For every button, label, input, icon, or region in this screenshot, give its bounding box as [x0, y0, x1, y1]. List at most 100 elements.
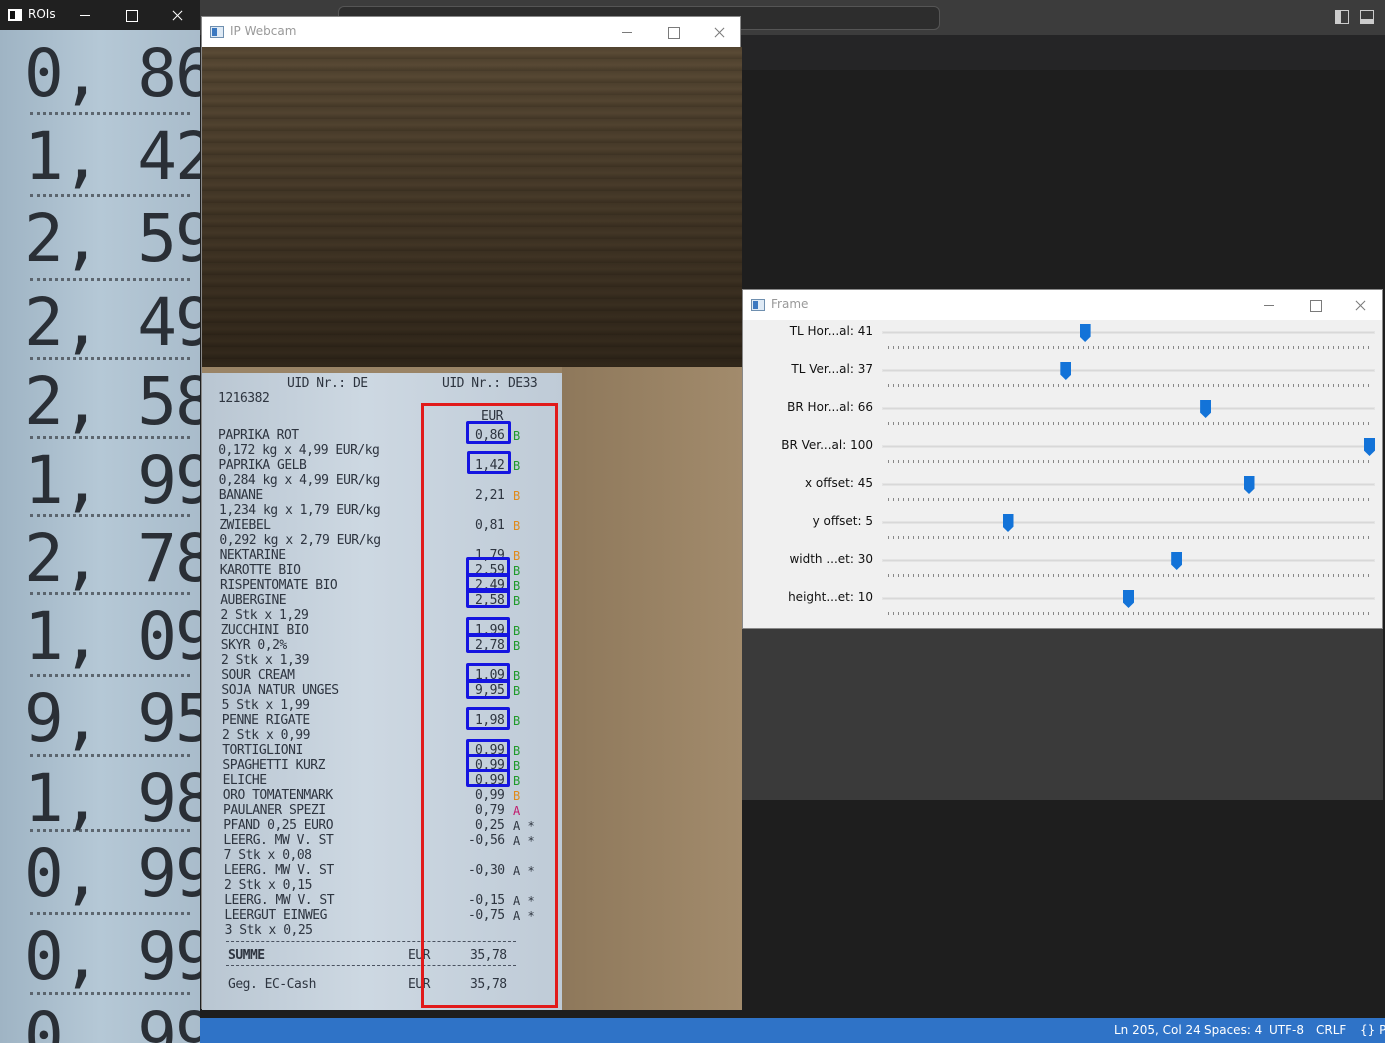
- receipt-line-text: LEERGUT EINWEG: [224, 908, 327, 923]
- roi-value: 1, 09: [24, 598, 200, 675]
- roi-value: 2, 49: [24, 284, 200, 361]
- maximize-button[interactable]: [1292, 290, 1338, 320]
- receipt-number: 1216382: [218, 391, 270, 406]
- receipt-line-text: LEERG. MW V. ST: [223, 863, 334, 878]
- roi-value: 2, 78: [24, 520, 200, 597]
- roi-value: 2, 59: [24, 200, 200, 277]
- toggle-panel-icon[interactable]: [1360, 10, 1374, 24]
- status-cursor-position[interactable]: Ln 205, Col 24: [1114, 1023, 1201, 1037]
- status-eol[interactable]: CRLF: [1316, 1023, 1346, 1037]
- trackbar-thumb[interactable]: [1002, 514, 1014, 532]
- rois-image: 0, 86 1, 42 2, 59 2, 49 2, 58 1, 99 2, 78 1, 09…: [0, 30, 200, 1043]
- minimize-button[interactable]: [1246, 290, 1292, 320]
- receipt-line-text: ELICHE: [222, 773, 267, 788]
- receipt-line-text: LEERG. MW V. ST: [223, 833, 334, 848]
- trackbar-track[interactable]: [882, 369, 1375, 372]
- trackbar-label: y offset: 5: [812, 514, 873, 528]
- toggle-sidebar-icon[interactable]: [1335, 10, 1349, 24]
- roi-value: 0, 99: [24, 918, 200, 995]
- minimize-button[interactable]: [604, 17, 650, 47]
- trackbar-ticks: [888, 498, 1373, 501]
- window-icon: [8, 9, 22, 21]
- receipt-line-text: 7 Stk x 0,08: [223, 848, 312, 863]
- receipt-line-text: 3 Stk x 0,25: [224, 923, 313, 938]
- roi-value: 0, 99: [24, 835, 200, 912]
- detected-price-roi-box: [466, 707, 510, 730]
- receipt-line-text: 0,172 kg x 4,99 EUR/kg: [218, 443, 380, 458]
- status-language[interactable]: {} P: [1360, 1023, 1385, 1037]
- maximize-button[interactable]: [108, 0, 154, 30]
- receipt-line-text: PAPRIKA ROT: [218, 428, 299, 443]
- close-button[interactable]: [696, 17, 742, 47]
- roi-value: 1, 98: [24, 760, 200, 837]
- frame-title-bar[interactable]: Frame: [743, 290, 1382, 320]
- status-encoding[interactable]: UTF-8: [1269, 1023, 1304, 1037]
- roi-value: 2, 58: [24, 363, 200, 440]
- webcam-title-bar[interactable]: IP Webcam: [202, 17, 740, 47]
- trackbar-thumb[interactable]: [1200, 400, 1212, 418]
- trackbar-track[interactable]: [882, 559, 1375, 562]
- receipt-header-right: UID Nr.: DE33: [442, 376, 538, 391]
- roi-separator: [30, 674, 190, 679]
- trackbar-thumb[interactable]: [1171, 552, 1183, 570]
- trackbar-track[interactable]: [882, 331, 1375, 334]
- background-wall: [202, 47, 742, 372]
- receipt-line-text: SOUR CREAM: [221, 668, 295, 683]
- receipt-line-text: RISPENTOMATE BIO: [220, 578, 338, 593]
- rois-window-title: ROIs: [28, 7, 56, 21]
- trackbar-row: y offset: 5: [743, 512, 1384, 550]
- trackbar-thumb[interactable]: [1364, 438, 1375, 456]
- trackbar-row: BR Ver...al: 100: [743, 436, 1384, 474]
- receipt-line-text: SPAGHETTI KURZ: [222, 758, 325, 773]
- trackbar-ticks: [888, 536, 1373, 539]
- trackbar-track[interactable]: [882, 445, 1375, 448]
- roi-value: 9, 95: [24, 680, 200, 757]
- webcam-image: UID Nr.: DE UID Nr.: DE33 1216382 EUR SU…: [202, 47, 742, 1010]
- close-button[interactable]: [1337, 290, 1383, 320]
- minimize-button[interactable]: [62, 0, 108, 30]
- trackbar-label: BR Ver...al: 100: [781, 438, 873, 452]
- trackbar-track[interactable]: [882, 407, 1375, 410]
- trackbar-ticks: [888, 384, 1373, 387]
- status-bar: Ln 205, Col 24 Spaces: 4 UTF-8 CRLF {} P: [200, 1018, 1385, 1043]
- window-icon: [210, 26, 224, 38]
- receipt-line-text: 2 Stk x 0,99: [222, 728, 310, 743]
- roi-separator: [30, 829, 190, 834]
- braces-icon: {}: [1360, 1023, 1376, 1037]
- receipt-line-text: 0,292 kg x 2,79 EUR/kg: [219, 533, 381, 548]
- trackbar-row: TL Hor...al: 41: [743, 322, 1384, 360]
- rois-title-bar[interactable]: ROIs: [0, 0, 200, 30]
- receipt-header-left: UID Nr.: DE: [287, 376, 368, 391]
- trackbar-track[interactable]: [882, 521, 1375, 524]
- close-button[interactable]: [154, 0, 200, 30]
- roi-separator: [30, 754, 190, 759]
- trackbar-thumb[interactable]: [1243, 476, 1255, 494]
- roi-separator: [30, 357, 190, 362]
- trackbar-ticks: [888, 460, 1373, 463]
- receipt-line-text: ORO TOMATENMARK: [222, 788, 333, 803]
- detected-price-roi-box: [466, 769, 510, 787]
- roi-value: 1, 99: [24, 442, 200, 519]
- receipt-line-text: PENNE RIGATE: [221, 713, 310, 728]
- frame-window: Frame TL Hor...al: 41 TL Ver...al: 37 BR H…: [742, 289, 1383, 629]
- roi-separator: [30, 112, 190, 117]
- frame-window-shadow-area: [742, 629, 1383, 800]
- receipt-payment-label: Geg. EC-Cash: [228, 977, 316, 992]
- trackbar-thumb[interactable]: [1079, 324, 1091, 342]
- roi-separator: [30, 436, 190, 441]
- receipt-line-text: TORTIGLIONI: [222, 743, 303, 758]
- receipt-line-text: 2 Stk x 0,15: [224, 878, 312, 893]
- detected-price-roi-box: [466, 679, 510, 699]
- trackbar-thumb[interactable]: [1123, 590, 1134, 608]
- roi-value: 0, 99: [24, 998, 200, 1043]
- cardboard-right: [562, 367, 742, 1010]
- trackbar-ticks: [888, 612, 1373, 615]
- trackbar-track[interactable]: [882, 483, 1375, 486]
- trackbar-row: height...et: 10: [743, 588, 1384, 626]
- status-indentation[interactable]: Spaces: 4: [1204, 1023, 1262, 1037]
- maximize-button[interactable]: [650, 17, 696, 47]
- trackbar-thumb[interactable]: [1060, 362, 1072, 380]
- trackbar-label: BR Hor...al: 66: [787, 400, 873, 414]
- roi-separator: [30, 278, 190, 283]
- receipt-sum-label: SUMME: [228, 948, 265, 963]
